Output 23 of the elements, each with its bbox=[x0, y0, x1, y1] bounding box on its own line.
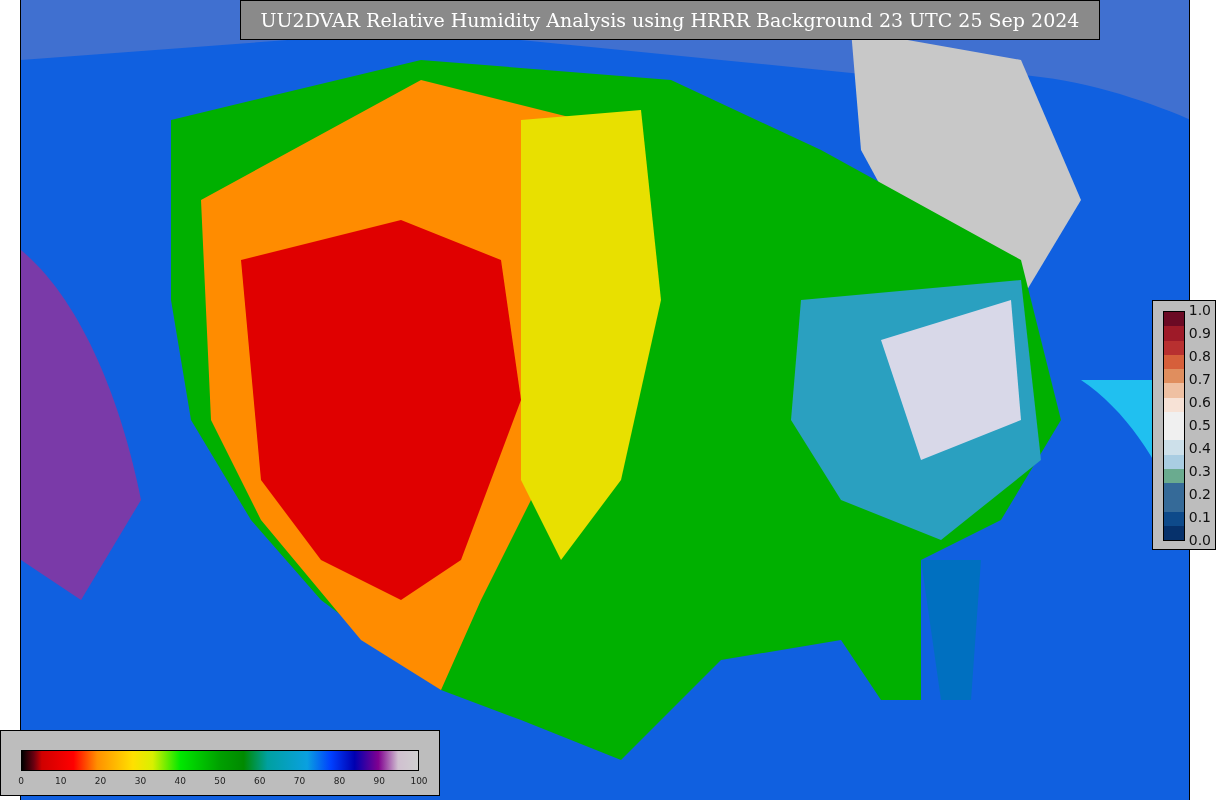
tick-label: 100 bbox=[410, 775, 428, 788]
tick-label: 0.9 bbox=[1188, 326, 1211, 340]
tick-label: 50 bbox=[214, 775, 226, 788]
tick-label: 30 bbox=[134, 775, 147, 788]
tick-label: 0.7 bbox=[1188, 372, 1211, 386]
map-title: UU2DVAR Relative Humidity Analysis using HRRR Background 23 UTC 25 Sep 2024 bbox=[240, 0, 1100, 40]
tick-label: 40 bbox=[174, 775, 186, 788]
tick-label: 20 bbox=[94, 775, 107, 788]
tick-label: 10 bbox=[55, 775, 67, 788]
tick-label: 0.8 bbox=[1188, 349, 1211, 363]
tick-label: 0.4 bbox=[1188, 441, 1211, 455]
tick-label: 0.1 bbox=[1188, 510, 1211, 524]
tick-label: 0.3 bbox=[1188, 464, 1211, 478]
tick-label: 60 bbox=[254, 775, 266, 788]
tick-label: 0.6 bbox=[1188, 395, 1211, 409]
tick-label: 0.5 bbox=[1188, 418, 1211, 432]
tick-label: 0.2 bbox=[1188, 487, 1211, 501]
tick-label: 70 bbox=[293, 775, 306, 788]
tick-label: 90 bbox=[373, 775, 385, 788]
tick-label: 1.0 bbox=[1188, 303, 1211, 317]
tick-label: 80 bbox=[333, 775, 346, 788]
tick-label: 0.0 bbox=[1188, 533, 1211, 547]
tick-label: 0 bbox=[18, 775, 24, 788]
